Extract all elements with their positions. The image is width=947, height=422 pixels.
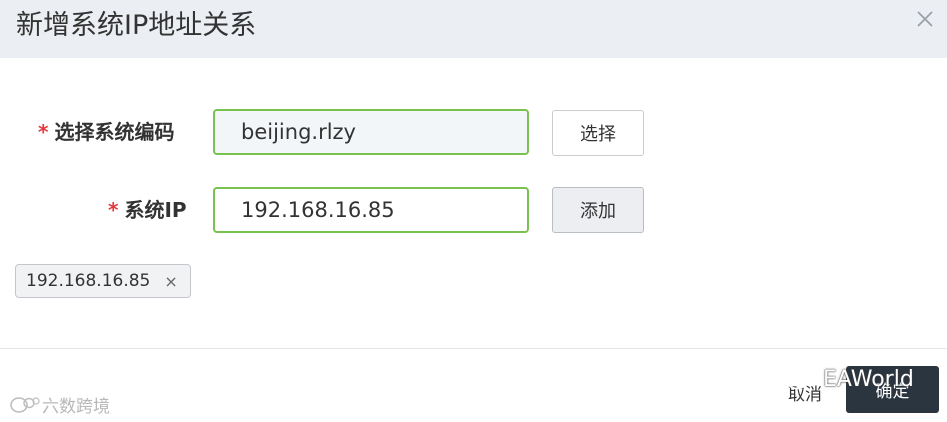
watermark-right: EAWorld — [783, 366, 914, 392]
dialog-title: 新增系统IP地址关系 — [16, 10, 257, 41]
system-ip-input[interactable] — [213, 187, 529, 233]
watermark-left-text: 六数跨境 — [42, 397, 110, 417]
system-ip-label-text: 系统IP — [124, 198, 187, 222]
wechat-logo-icon — [786, 370, 817, 390]
ip-tag: 192.168.16.85 × — [15, 264, 191, 298]
required-mark: * — [38, 120, 49, 144]
wechat-logo-icon — [10, 396, 40, 413]
required-mark: * — [108, 198, 119, 222]
system-ip-label: * 系统IP — [108, 195, 187, 225]
dialog-header: 新增系统IP地址关系 — [0, 0, 947, 58]
close-icon[interactable] — [912, 6, 938, 32]
add-button-label: 添加 — [580, 201, 616, 222]
system-code-label-text: 选择系统编码 — [54, 120, 175, 144]
select-button-label: 选择 — [580, 124, 616, 145]
watermark-right-text: EAWorld — [823, 366, 914, 392]
add-button[interactable]: 添加 — [552, 187, 644, 233]
footer-divider — [0, 348, 947, 349]
system-code-input[interactable] — [213, 109, 529, 155]
tag-remove-icon[interactable]: × — [164, 272, 177, 291]
ip-tag-label: 192.168.16.85 — [26, 271, 151, 291]
watermark-left: 六数跨境 — [8, 392, 110, 417]
select-button[interactable]: 选择 — [552, 110, 644, 156]
system-code-label: * 选择系统编码 — [38, 117, 174, 147]
